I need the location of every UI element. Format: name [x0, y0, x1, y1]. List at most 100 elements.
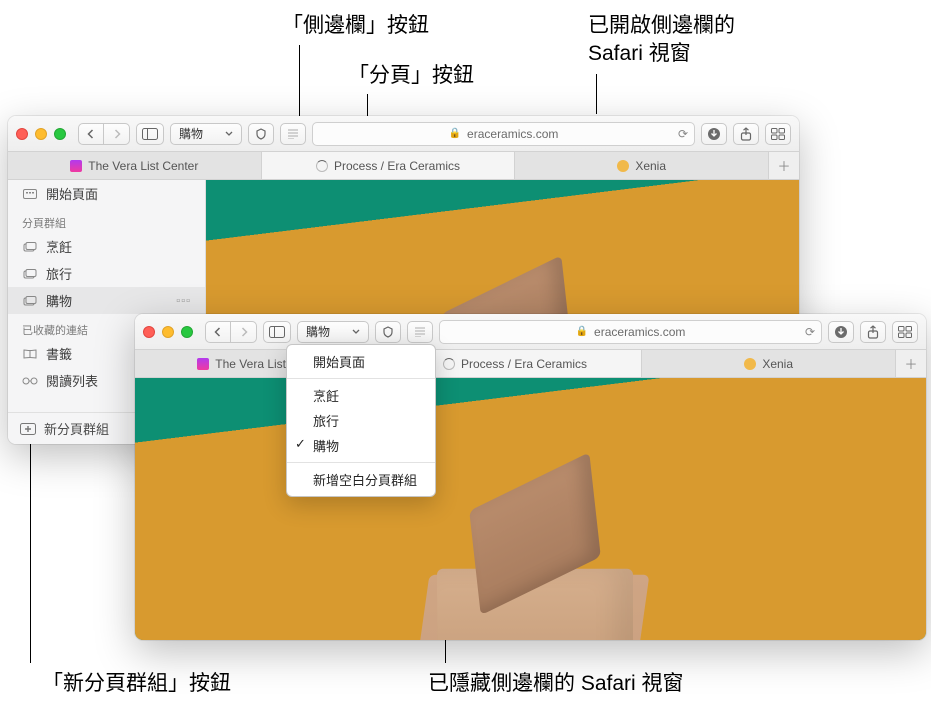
sidebar-start-page[interactable]: 開始頁面	[8, 180, 205, 207]
privacy-report-button[interactable]	[375, 321, 401, 343]
callout-window-hidden: 已隱藏側邊欄的 Safari 視窗	[428, 670, 684, 697]
page-content	[135, 378, 926, 640]
callout-window-open-l2: Safari 視窗	[588, 40, 691, 67]
sidebar-item-label: 開始頁面	[46, 184, 98, 203]
zoom-window-button[interactable]	[54, 128, 66, 140]
sidebar-footer-label: 新分頁群組	[44, 419, 109, 438]
chevron-down-icon	[225, 130, 233, 138]
tab-label: Xenia	[635, 159, 666, 173]
loading-spinner-icon	[316, 160, 328, 172]
menu-separator	[287, 462, 435, 463]
tabgroup-picker[interactable]: 購物	[170, 123, 242, 145]
privacy-report-button[interactable]	[248, 123, 274, 145]
content-image	[411, 475, 651, 640]
address-bar[interactable]: 🔒 eraceramics.com ⟳	[312, 122, 695, 146]
tabgroup-label: 購物	[179, 125, 203, 142]
forward-button[interactable]	[104, 123, 130, 145]
tab-item[interactable]: The Vera List Center	[8, 152, 262, 179]
sidebar-item-label: 烹飪	[46, 237, 72, 256]
nav-buttons	[205, 321, 257, 343]
lead-line	[445, 636, 446, 663]
favicon-icon	[197, 358, 209, 370]
lead-line	[596, 74, 597, 114]
plus-square-icon	[20, 423, 36, 435]
reader-button[interactable]	[280, 123, 306, 145]
menu-item-start-page[interactable]: 開始頁面	[287, 349, 435, 374]
window-body	[135, 378, 926, 640]
tab-label: Process / Era Ceramics	[461, 357, 587, 371]
tabgroup-icon	[22, 241, 38, 253]
menu-item-group[interactable]: 烹飪	[287, 383, 435, 408]
tabgroup-picker[interactable]: 購物	[297, 321, 369, 343]
reload-icon[interactable]: ⟳	[805, 325, 815, 339]
sidebar-group-item[interactable]: 烹飪	[8, 233, 205, 260]
url-text: eraceramics.com	[594, 325, 685, 339]
tabgroup-icon	[22, 268, 38, 280]
minimize-window-button[interactable]	[35, 128, 47, 140]
safari-window-sidebar-hidden: 購物 🔒 eraceramics.com ⟳ The Vera List Cen…	[135, 314, 926, 640]
sidebar-item-label: 閱讀列表	[46, 371, 98, 390]
share-button[interactable]	[733, 123, 759, 145]
sidebar-item-label: 旅行	[46, 264, 72, 283]
reader-button[interactable]	[407, 321, 433, 343]
tab-item[interactable]: Xenia	[515, 152, 769, 179]
tabgroup-icon	[22, 295, 38, 307]
share-button[interactable]	[860, 321, 886, 343]
sidebar-button[interactable]	[136, 123, 164, 145]
sidebar-button[interactable]	[263, 321, 291, 343]
tab-item[interactable]: Xenia	[642, 350, 896, 377]
tab-overview-button[interactable]	[892, 321, 918, 343]
chevron-down-icon	[352, 328, 360, 336]
traffic-lights	[143, 326, 193, 338]
lock-icon: 🔒	[449, 128, 461, 139]
downloads-button[interactable]	[701, 123, 727, 145]
back-button[interactable]	[205, 321, 231, 343]
lock-icon: 🔒	[576, 326, 588, 337]
traffic-lights	[16, 128, 66, 140]
book-icon	[22, 348, 38, 360]
sidebar-item-label: 購物	[46, 291, 72, 310]
tab-bar: The Vera List Center Process / Era Ceram…	[135, 350, 926, 378]
tab-label: Process / Era Ceramics	[334, 159, 460, 173]
zoom-window-button[interactable]	[181, 326, 193, 338]
minimize-window-button[interactable]	[162, 326, 174, 338]
nav-buttons	[78, 123, 130, 145]
reload-icon[interactable]: ⟳	[678, 127, 688, 141]
toolbar: 購物 🔒 eraceramics.com ⟳	[135, 314, 926, 350]
callout-new-tabgroup-button: 「新分頁群組」按鈕	[42, 670, 231, 697]
menu-separator	[287, 378, 435, 379]
callout-window-open-l1: 已開啟側邊欄的	[588, 12, 735, 39]
menu-item-group[interactable]: 購物	[287, 433, 435, 458]
sidebar-heading-groups: 分頁群組	[8, 207, 205, 233]
close-window-button[interactable]	[143, 326, 155, 338]
back-button[interactable]	[78, 123, 104, 145]
grid-icon	[22, 188, 38, 200]
loading-spinner-icon	[443, 358, 455, 370]
tabgroup-dropdown-menu: 開始頁面 烹飪 旅行 購物 新增空白分頁群組	[286, 344, 436, 497]
tab-overview-button[interactable]	[765, 123, 791, 145]
sidebar-group-item[interactable]: 購物 ▫▫▫	[8, 287, 205, 314]
tab-label: Xenia	[762, 357, 793, 371]
new-tab-button[interactable]: ＋	[896, 350, 926, 377]
callout-tabs-button: 「分頁」按鈕	[348, 62, 474, 89]
toolbar: 購物 🔒 eraceramics.com ⟳	[8, 116, 799, 152]
callout-sidebar-button: 「側邊欄」按鈕	[282, 12, 429, 39]
address-bar[interactable]: 🔒 eraceramics.com ⟳	[439, 320, 822, 344]
tabgroup-label: 購物	[306, 323, 330, 340]
sidebar-group-item[interactable]: 旅行	[8, 260, 205, 287]
tab-item[interactable]: Process / Era Ceramics	[262, 152, 516, 179]
close-window-button[interactable]	[16, 128, 28, 140]
grid-dots-icon: ▫▫▫	[176, 295, 191, 307]
favicon-icon	[744, 358, 756, 370]
forward-button[interactable]	[231, 321, 257, 343]
lead-line	[30, 428, 31, 663]
new-tab-button[interactable]: ＋	[769, 152, 799, 179]
glasses-icon	[22, 375, 38, 387]
menu-item-new-empty-group[interactable]: 新增空白分頁群組	[287, 467, 435, 492]
favicon-icon	[70, 160, 82, 172]
url-text: eraceramics.com	[467, 127, 558, 141]
sidebar-item-label: 書籤	[46, 344, 72, 363]
downloads-button[interactable]	[828, 321, 854, 343]
menu-item-group[interactable]: 旅行	[287, 408, 435, 433]
tab-bar: The Vera List Center Process / Era Ceram…	[8, 152, 799, 180]
